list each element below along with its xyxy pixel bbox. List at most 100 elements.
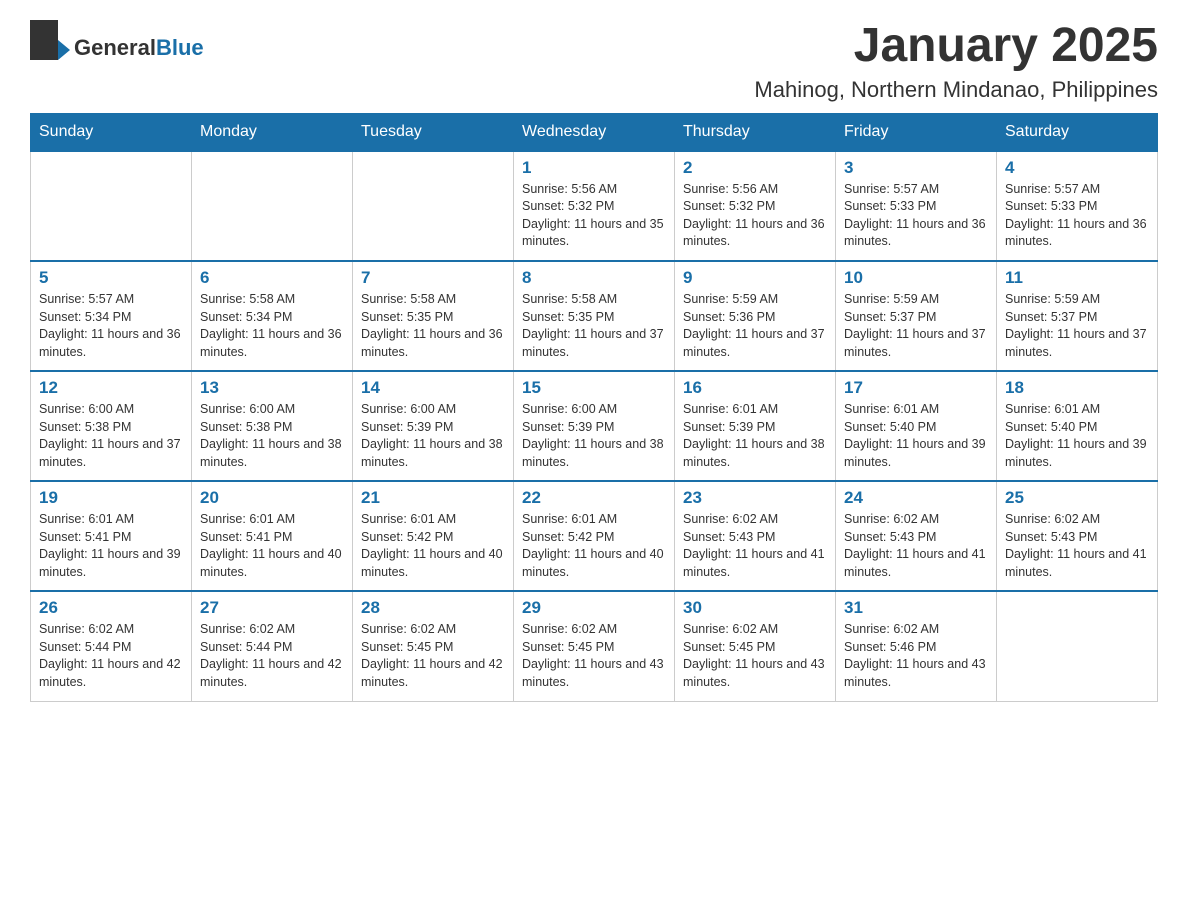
day-info: Sunrise: 6:01 AMSunset: 5:41 PMDaylight:… bbox=[39, 511, 183, 581]
logo-text: GeneralBlue bbox=[74, 35, 204, 61]
day-info: Sunrise: 6:01 AMSunset: 5:40 PMDaylight:… bbox=[844, 401, 988, 471]
calendar-cell: 20 Sunrise: 6:01 AMSunset: 5:41 PMDayligh… bbox=[192, 481, 353, 591]
calendar-cell bbox=[353, 151, 514, 261]
day-number: 14 bbox=[361, 378, 505, 398]
day-number: 8 bbox=[522, 268, 666, 288]
location-title: Mahinog, Northern Mindanao, Philippines bbox=[754, 77, 1158, 103]
day-number: 13 bbox=[200, 378, 344, 398]
day-number: 27 bbox=[200, 598, 344, 618]
calendar-cell: 8 Sunrise: 5:58 AMSunset: 5:35 PMDaylight… bbox=[514, 261, 675, 371]
calendar-cell: 6Sunrise: 5:58 AMSunset: 5:34 PMDaylight… bbox=[192, 261, 353, 371]
day-info: Sunrise: 5:59 AMSunset: 5:36 PMDaylight:… bbox=[683, 291, 827, 361]
calendar-cell bbox=[997, 591, 1158, 701]
calendar-week-row: 5Sunrise: 5:57 AMSunset: 5:34 PMDaylight… bbox=[31, 261, 1158, 371]
day-number: 21 bbox=[361, 488, 505, 508]
calendar-cell: 14 Sunrise: 6:00 AMSunset: 5:39 PMDayligh… bbox=[353, 371, 514, 481]
logo-general: General bbox=[74, 35, 156, 60]
calendar-cell: 27Sunrise: 6:02 AMSunset: 5:44 PMDayligh… bbox=[192, 591, 353, 701]
calendar-cell: 7Sunrise: 5:58 AMSunset: 5:35 PMDaylight… bbox=[353, 261, 514, 371]
day-info: Sunrise: 5:57 AMSunset: 5:33 PMDaylight:… bbox=[1005, 181, 1149, 251]
day-info: Sunrise: 6:00 AMSunset: 5:39 PMDaylight:… bbox=[522, 401, 666, 471]
day-number: 16 bbox=[683, 378, 827, 398]
calendar-cell: 10Sunrise: 5:59 AMSunset: 5:37 PMDayligh… bbox=[836, 261, 997, 371]
calendar-cell: 12Sunrise: 6:00 AMSunset: 5:38 PMDayligh… bbox=[31, 371, 192, 481]
day-info: Sunrise: 6:00 AMSunset: 5:39 PMDaylight:… bbox=[361, 401, 505, 471]
day-number: 31 bbox=[844, 598, 988, 618]
day-info: Sunrise: 6:02 AMSunset: 5:46 PMDaylight:… bbox=[844, 621, 988, 691]
month-title: January 2025 bbox=[754, 20, 1158, 73]
calendar-cell: 21 Sunrise: 6:01 AMSunset: 5:42 PMDayligh… bbox=[353, 481, 514, 591]
day-info: Sunrise: 5:56 AMSunset: 5:32 PMDaylight:… bbox=[683, 181, 827, 251]
calendar-cell: 30Sunrise: 6:02 AMSunset: 5:45 PMDayligh… bbox=[675, 591, 836, 701]
logo-blue: Blue bbox=[156, 35, 204, 60]
column-header-monday: Monday bbox=[192, 113, 353, 152]
logo: GeneralBlue bbox=[30, 20, 204, 75]
day-number: 9 bbox=[683, 268, 827, 288]
calendar-cell: 28 Sunrise: 6:02 AMSunset: 5:45 PMDayligh… bbox=[353, 591, 514, 701]
day-info: Sunrise: 6:02 AMSunset: 5:43 PMDaylight:… bbox=[844, 511, 988, 581]
calendar-cell: 1Sunrise: 5:56 AMSunset: 5:32 PMDaylight… bbox=[514, 151, 675, 261]
day-number: 18 bbox=[1005, 378, 1149, 398]
calendar-week-row: 26Sunrise: 6:02 AMSunset: 5:44 PMDayligh… bbox=[31, 591, 1158, 701]
day-number: 24 bbox=[844, 488, 988, 508]
column-header-thursday: Thursday bbox=[675, 113, 836, 152]
calendar-cell: 23Sunrise: 6:02 AMSunset: 5:43 PMDayligh… bbox=[675, 481, 836, 591]
calendar-cell: 17 Sunrise: 6:01 AMSunset: 5:40 PMDayligh… bbox=[836, 371, 997, 481]
calendar-cell: 4 Sunrise: 5:57 AMSunset: 5:33 PMDaylight… bbox=[997, 151, 1158, 261]
day-info: Sunrise: 6:02 AMSunset: 5:44 PMDaylight:… bbox=[39, 621, 183, 691]
day-info: Sunrise: 5:57 AMSunset: 5:34 PMDaylight:… bbox=[39, 291, 183, 361]
day-info: Sunrise: 6:02 AMSunset: 5:45 PMDaylight:… bbox=[361, 621, 505, 691]
day-info: Sunrise: 6:02 AMSunset: 5:43 PMDaylight:… bbox=[1005, 511, 1149, 581]
day-info: Sunrise: 6:02 AMSunset: 5:45 PMDaylight:… bbox=[522, 621, 666, 691]
calendar-week-row: 12Sunrise: 6:00 AMSunset: 5:38 PMDayligh… bbox=[31, 371, 1158, 481]
calendar-week-row: 19 Sunrise: 6:01 AMSunset: 5:41 PMDayligh… bbox=[31, 481, 1158, 591]
calendar-cell: 13 Sunrise: 6:00 AMSunset: 5:38 PMDayligh… bbox=[192, 371, 353, 481]
calendar-cell: 29 Sunrise: 6:02 AMSunset: 5:45 PMDayligh… bbox=[514, 591, 675, 701]
calendar-cell bbox=[31, 151, 192, 261]
day-number: 3 bbox=[844, 158, 988, 178]
logo-mark bbox=[30, 20, 70, 75]
day-number: 23 bbox=[683, 488, 827, 508]
calendar-header-row: SundayMondayTuesdayWednesdayThursdayFrid… bbox=[31, 113, 1158, 152]
calendar-cell: 15Sunrise: 6:00 AMSunset: 5:39 PMDayligh… bbox=[514, 371, 675, 481]
day-number: 25 bbox=[1005, 488, 1149, 508]
calendar-cell: 19 Sunrise: 6:01 AMSunset: 5:41 PMDayligh… bbox=[31, 481, 192, 591]
calendar-cell: 11 Sunrise: 5:59 AMSunset: 5:37 PMDayligh… bbox=[997, 261, 1158, 371]
calendar-cell: 9 Sunrise: 5:59 AMSunset: 5:36 PMDaylight… bbox=[675, 261, 836, 371]
day-number: 11 bbox=[1005, 268, 1149, 288]
calendar-cell: 26Sunrise: 6:02 AMSunset: 5:44 PMDayligh… bbox=[31, 591, 192, 701]
column-header-sunday: Sunday bbox=[31, 113, 192, 152]
day-info: Sunrise: 6:00 AMSunset: 5:38 PMDaylight:… bbox=[39, 401, 183, 471]
day-info: Sunrise: 6:01 AMSunset: 5:39 PMDaylight:… bbox=[683, 401, 827, 471]
day-number: 17 bbox=[844, 378, 988, 398]
column-header-tuesday: Tuesday bbox=[353, 113, 514, 152]
calendar-cell bbox=[192, 151, 353, 261]
day-info: Sunrise: 5:56 AMSunset: 5:32 PMDaylight:… bbox=[522, 181, 666, 251]
page-header: GeneralBlue January 2025 Mahinog, Northe… bbox=[30, 20, 1158, 103]
day-number: 29 bbox=[522, 598, 666, 618]
column-header-friday: Friday bbox=[836, 113, 997, 152]
day-number: 4 bbox=[1005, 158, 1149, 178]
day-info: Sunrise: 6:00 AMSunset: 5:38 PMDaylight:… bbox=[200, 401, 344, 471]
day-number: 6 bbox=[200, 268, 344, 288]
calendar-cell: 22Sunrise: 6:01 AMSunset: 5:42 PMDayligh… bbox=[514, 481, 675, 591]
day-info: Sunrise: 6:01 AMSunset: 5:42 PMDaylight:… bbox=[522, 511, 666, 581]
day-number: 30 bbox=[683, 598, 827, 618]
calendar-cell: 2Sunrise: 5:56 AMSunset: 5:32 PMDaylight… bbox=[675, 151, 836, 261]
calendar-cell: 18 Sunrise: 6:01 AMSunset: 5:40 PMDayligh… bbox=[997, 371, 1158, 481]
day-number: 28 bbox=[361, 598, 505, 618]
day-info: Sunrise: 5:59 AMSunset: 5:37 PMDaylight:… bbox=[1005, 291, 1149, 361]
day-info: Sunrise: 6:01 AMSunset: 5:40 PMDaylight:… bbox=[1005, 401, 1149, 471]
day-info: Sunrise: 5:58 AMSunset: 5:35 PMDaylight:… bbox=[522, 291, 666, 361]
day-info: Sunrise: 6:01 AMSunset: 5:41 PMDaylight:… bbox=[200, 511, 344, 581]
column-header-wednesday: Wednesday bbox=[514, 113, 675, 152]
day-number: 10 bbox=[844, 268, 988, 288]
calendar-cell: 24 Sunrise: 6:02 AMSunset: 5:43 PMDayligh… bbox=[836, 481, 997, 591]
day-info: Sunrise: 6:01 AMSunset: 5:42 PMDaylight:… bbox=[361, 511, 505, 581]
calendar-cell: 25 Sunrise: 6:02 AMSunset: 5:43 PMDayligh… bbox=[997, 481, 1158, 591]
calendar-cell: 31 Sunrise: 6:02 AMSunset: 5:46 PMDayligh… bbox=[836, 591, 997, 701]
title-section: January 2025 Mahinog, Northern Mindanao,… bbox=[754, 20, 1158, 103]
calendar-week-row: 1Sunrise: 5:56 AMSunset: 5:32 PMDaylight… bbox=[31, 151, 1158, 261]
day-number: 19 bbox=[39, 488, 183, 508]
day-number: 20 bbox=[200, 488, 344, 508]
